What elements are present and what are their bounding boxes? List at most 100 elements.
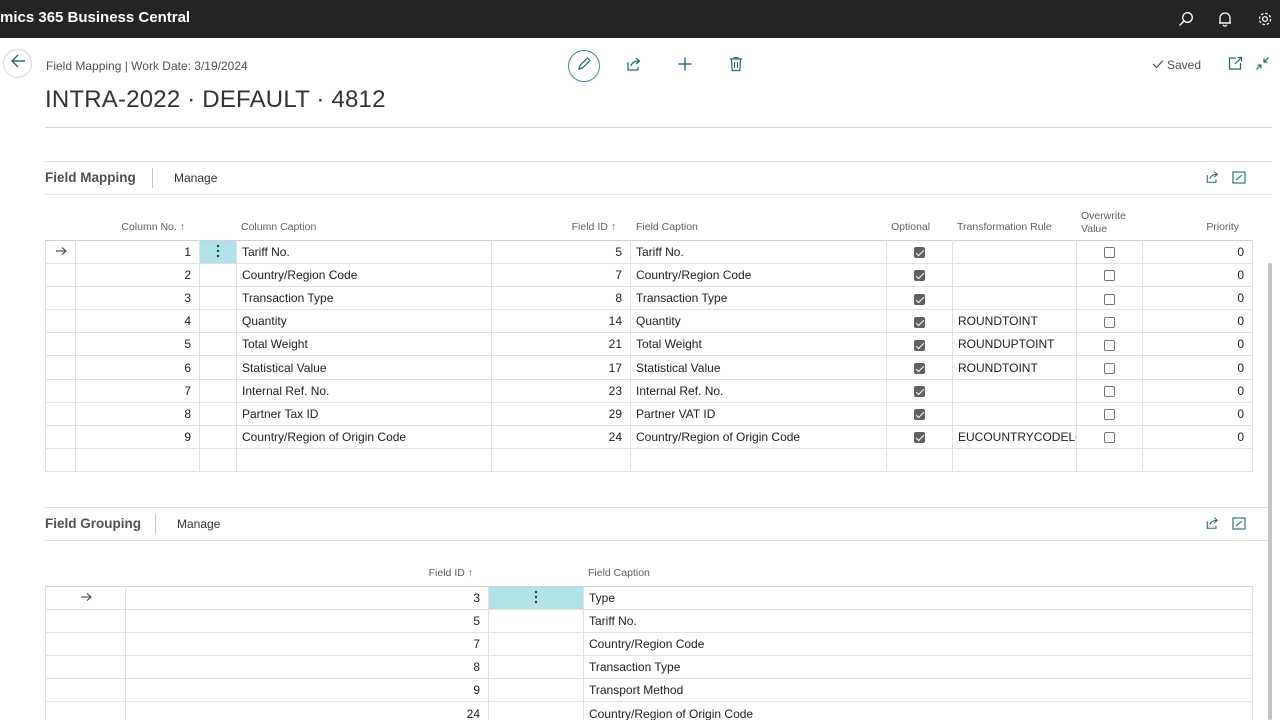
table-row[interactable]: 2 Country/Region Code 7 Country/Region Code… bbox=[45, 263, 1253, 288]
table-row[interactable]: 5 Total Weight 21 Total Weight ROUNDUPTOINT 0 bbox=[45, 332, 1253, 357]
row-actions-cell[interactable] bbox=[488, 632, 584, 657]
column-header-field-caption[interactable]: Field Caption bbox=[588, 567, 650, 580]
priority-cell[interactable]: 0 bbox=[1142, 263, 1253, 288]
optional-checkbox[interactable] bbox=[914, 432, 925, 444]
row-actions-cell[interactable] bbox=[199, 355, 237, 380]
column-no-cell[interactable]: 4 bbox=[75, 309, 200, 334]
row-indicator[interactable] bbox=[45, 585, 126, 611]
optional-checkbox[interactable] bbox=[914, 362, 925, 374]
column-no-cell[interactable]: 1 bbox=[75, 239, 200, 265]
field-grouping-manage-menu[interactable]: Manage bbox=[177, 517, 220, 531]
transformation-rule-cell[interactable]: ROUNDUPTOINT bbox=[952, 332, 1077, 357]
field-grouping-title[interactable]: Field Grouping bbox=[45, 516, 141, 531]
priority-cell[interactable]: 0 bbox=[1142, 286, 1253, 311]
transformation-rule-cell[interactable]: ROUNDTOINT bbox=[952, 309, 1077, 334]
row-actions-cell[interactable] bbox=[488, 655, 584, 680]
overwrite-value-checkbox[interactable] bbox=[1104, 270, 1115, 282]
row-actions-cell[interactable] bbox=[488, 609, 584, 634]
column-no-cell[interactable]: 7 bbox=[75, 378, 200, 403]
gear-icon[interactable] bbox=[1254, 8, 1276, 30]
empty-new-row[interactable] bbox=[45, 447, 1253, 472]
row-indicator[interactable] bbox=[45, 678, 126, 703]
share-icon[interactable] bbox=[1204, 515, 1220, 531]
search-icon[interactable] bbox=[1175, 8, 1197, 30]
row-indicator[interactable] bbox=[45, 632, 126, 657]
field-id-cell[interactable]: 5 bbox=[125, 609, 489, 634]
priority-cell[interactable]: 0 bbox=[1142, 239, 1253, 265]
open-in-new-window-button[interactable] bbox=[1226, 56, 1244, 75]
back-button[interactable] bbox=[3, 49, 32, 78]
optional-checkbox[interactable] bbox=[914, 409, 925, 421]
column-no-cell[interactable]: 3 bbox=[75, 286, 200, 311]
field-id-cell[interactable]: 5 bbox=[491, 239, 631, 265]
transformation-rule-cell[interactable] bbox=[952, 286, 1077, 311]
column-caption-cell[interactable]: Country/Region Code bbox=[236, 263, 492, 288]
row-actions-cell[interactable] bbox=[199, 309, 237, 334]
table-row[interactable]: 8 Partner Tax ID 29 Partner VAT ID 0 bbox=[45, 401, 1253, 426]
transformation-rule-cell[interactable] bbox=[952, 401, 1077, 426]
row-actions-cell[interactable] bbox=[199, 378, 237, 403]
overwrite-value-checkbox[interactable] bbox=[1104, 362, 1115, 374]
optional-checkbox[interactable] bbox=[914, 247, 925, 259]
row-indicator[interactable] bbox=[45, 655, 126, 680]
table-row[interactable]: 24 Country/Region of Origin Code bbox=[45, 701, 1253, 720]
priority-cell[interactable]: 0 bbox=[1142, 378, 1253, 403]
field-mapping-title[interactable]: Field Mapping bbox=[45, 170, 136, 185]
empty-cell[interactable] bbox=[886, 447, 953, 472]
optional-checkbox[interactable] bbox=[914, 293, 925, 305]
column-no-cell[interactable]: 9 bbox=[75, 424, 200, 449]
empty-cell[interactable] bbox=[199, 447, 237, 472]
column-caption-cell[interactable]: Statistical Value bbox=[236, 355, 492, 380]
field-id-cell[interactable]: 17 bbox=[491, 355, 631, 380]
column-header-field-id[interactable]: Field ID ↑ bbox=[126, 567, 473, 580]
column-header-optional[interactable]: Optional bbox=[891, 221, 930, 234]
optional-checkbox[interactable] bbox=[914, 270, 925, 282]
column-header-column-caption[interactable]: Column Caption bbox=[241, 221, 316, 234]
row-indicator[interactable] bbox=[45, 424, 76, 449]
table-row[interactable]: 8 Transaction Type bbox=[45, 655, 1253, 680]
column-header-column-no[interactable]: Column No. ↑ bbox=[76, 221, 185, 234]
field-id-cell[interactable]: 8 bbox=[491, 286, 631, 311]
empty-cell[interactable] bbox=[491, 447, 631, 472]
optional-checkbox[interactable] bbox=[914, 316, 925, 328]
empty-cell[interactable] bbox=[630, 447, 887, 472]
field-id-cell[interactable]: 29 bbox=[491, 401, 631, 426]
row-indicator[interactable] bbox=[45, 701, 126, 720]
field-id-cell[interactable]: 24 bbox=[125, 701, 489, 720]
field-id-cell[interactable]: 21 bbox=[491, 332, 631, 357]
transformation-rule-cell[interactable] bbox=[952, 239, 1077, 265]
row-indicator[interactable] bbox=[45, 355, 76, 380]
overwrite-value-checkbox[interactable] bbox=[1104, 385, 1115, 397]
row-actions-cell[interactable] bbox=[199, 332, 237, 357]
priority-cell[interactable]: 0 bbox=[1142, 332, 1253, 357]
page-scrollbar[interactable] bbox=[1268, 263, 1272, 720]
empty-cell[interactable] bbox=[952, 447, 1077, 472]
column-header-overwrite-value[interactable]: Overwrite Value bbox=[1081, 210, 1126, 236]
row-actions-cell[interactable] bbox=[488, 585, 584, 611]
delete-button[interactable] bbox=[727, 56, 745, 75]
row-actions-cell[interactable] bbox=[199, 286, 237, 311]
table-row[interactable]: 5 Tariff No. bbox=[45, 609, 1253, 634]
column-caption-cell[interactable]: Tariff No. bbox=[236, 239, 492, 265]
field-id-cell[interactable]: 7 bbox=[125, 632, 489, 657]
share-icon[interactable] bbox=[1204, 169, 1220, 185]
more-vertical-icon[interactable] bbox=[534, 590, 538, 607]
overwrite-value-checkbox[interactable] bbox=[1104, 247, 1115, 259]
row-actions-cell[interactable] bbox=[488, 678, 584, 703]
table-row[interactable]: 6 Statistical Value 17 Statistical Value ROU… bbox=[45, 355, 1253, 380]
row-indicator[interactable] bbox=[45, 401, 76, 426]
field-id-cell[interactable]: 24 bbox=[491, 424, 631, 449]
row-indicator[interactable] bbox=[45, 309, 76, 334]
field-id-cell[interactable]: 3 bbox=[125, 585, 489, 611]
transformation-rule-cell[interactable]: EUCOUNTRYCODELO... bbox=[952, 424, 1077, 449]
column-no-cell[interactable]: 6 bbox=[75, 355, 200, 380]
empty-cell[interactable] bbox=[1142, 447, 1253, 472]
column-header-transformation-rule[interactable]: Transformation Rule bbox=[957, 221, 1052, 234]
collapse-button[interactable] bbox=[1253, 57, 1271, 75]
column-caption-cell[interactable]: Internal Ref. No. bbox=[236, 378, 492, 403]
field-id-cell[interactable]: 9 bbox=[125, 678, 489, 703]
table-row[interactable]: 3 Transaction Type 8 Transaction Type 0 bbox=[45, 286, 1253, 311]
edit-button[interactable] bbox=[568, 50, 600, 82]
new-button[interactable] bbox=[676, 57, 694, 75]
field-id-cell[interactable]: 23 bbox=[491, 378, 631, 403]
